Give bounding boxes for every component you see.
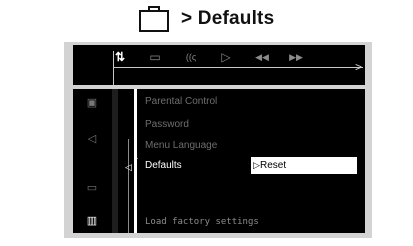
fast-forward-icon[interactable]: ▶▶ xyxy=(285,49,307,65)
column-divider xyxy=(112,89,118,233)
page-title: > Defaults xyxy=(181,8,274,30)
menu-item-parental-control[interactable]: Parental Control xyxy=(145,95,217,109)
rewind-icon[interactable]: ◀◀ xyxy=(251,49,273,65)
briefcase-icon[interactable]: ▥ xyxy=(84,214,100,228)
settings-panel: ▣ ◁ ▭ ▥ ◁ ▲ Parental Control Password Me… xyxy=(73,89,365,233)
option-pointer-icon: ▷ xyxy=(253,160,260,170)
audio-wave-icon[interactable]: ((ς xyxy=(181,49,201,65)
subtitle-icon[interactable]: ▭ xyxy=(147,49,163,65)
selection-guide-line xyxy=(128,139,129,233)
preferences-icon[interactable]: ⇅ xyxy=(113,49,127,65)
title-separator: > xyxy=(181,8,193,29)
title-label: Defaults xyxy=(197,8,275,29)
status-hint: Load factory settings xyxy=(145,217,259,227)
selection-pointer-small-icon: ▲ xyxy=(133,155,139,161)
menu-item-password[interactable]: Password xyxy=(145,118,189,132)
play-icon[interactable]: ▷ xyxy=(219,49,233,65)
reset-option[interactable]: ▷ Reset xyxy=(251,157,357,174)
category-column: ▣ ◁ ▭ ▥ xyxy=(73,89,111,233)
menu-item-defaults[interactable]: Defaults xyxy=(145,159,182,173)
toolbar: ⇅ ▭ ((ς ▷ ◀◀ ▶▶ > xyxy=(73,45,365,85)
selection-pointer-icon: ◁ xyxy=(125,162,132,172)
speech-bubble-icon[interactable]: ▭ xyxy=(84,181,100,195)
toolbar-arrow-icon: > xyxy=(355,60,363,74)
picture-icon[interactable]: ▣ xyxy=(84,96,100,110)
briefcase-icon xyxy=(139,6,169,32)
menu-item-menu-language[interactable]: Menu Language xyxy=(145,139,217,153)
speaker-icon[interactable]: ◁ xyxy=(84,132,100,146)
toolbar-track-line xyxy=(113,67,363,68)
reset-option-label: Reset xyxy=(260,160,287,171)
